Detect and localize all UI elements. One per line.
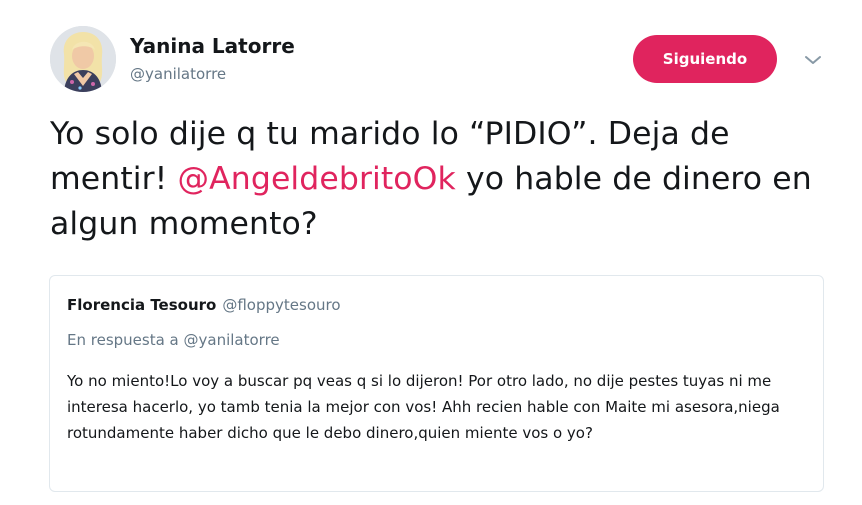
quoted-reply-context: En respuesta a @yanilatorre (67, 331, 280, 349)
author-info: Yanina Latorre @yanilatorre (130, 34, 295, 83)
avatar[interactable] (50, 26, 116, 92)
chevron-down-icon (805, 56, 821, 64)
quoted-tweet-text: Yo no miento!Lo voy a buscar pq veas q s… (67, 372, 780, 442)
tweet-text: Yo solo dije q tu marido lo “PIDIO”. Dej… (50, 112, 830, 247)
avatar-photo-icon (50, 26, 116, 92)
quoted-tweet[interactable]: Florencia Tesouro @floppytesouro En respu… (49, 275, 824, 492)
quoted-tweet-header: Florencia Tesouro @floppytesouro (67, 296, 341, 314)
tweet-menu-button[interactable] (802, 52, 824, 66)
author-display-name[interactable]: Yanina Latorre (130, 34, 295, 58)
tweet-header: Yanina Latorre @yanilatorre Siguiendo (50, 26, 832, 98)
following-button[interactable]: Siguiendo (633, 35, 777, 83)
following-button-label: Siguiendo (662, 50, 748, 68)
tweet-mention-link[interactable]: @AngeldebritoOk (178, 161, 456, 197)
quoted-author-name[interactable]: Florencia Tesouro (67, 296, 216, 314)
tweet-card: Yanina Latorre @yanilatorre Siguiendo Yo… (0, 0, 862, 505)
quoted-author-handle[interactable]: @floppytesouro (222, 296, 340, 314)
author-handle[interactable]: @yanilatorre (130, 65, 295, 83)
